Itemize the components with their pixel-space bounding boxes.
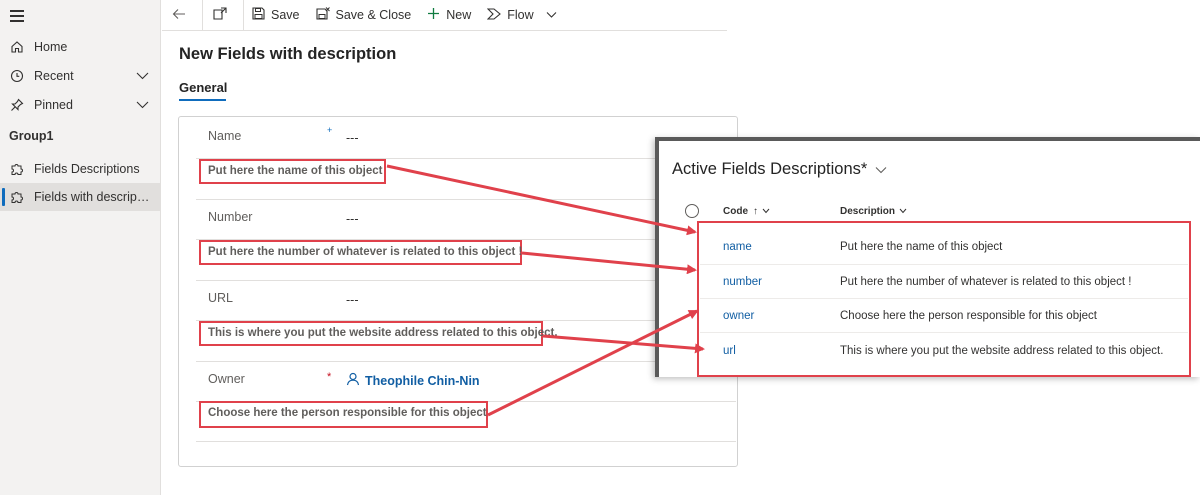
- save-close-icon: [315, 6, 336, 24]
- sidebar-group-label: Group1: [9, 129, 54, 143]
- owner-name[interactable]: Theophile Chin-Nin: [365, 374, 480, 388]
- save-button[interactable]: Save: [244, 0, 308, 31]
- sort-ascending-icon: ↑: [753, 206, 758, 217]
- open-in-new-window-button[interactable]: [203, 0, 243, 31]
- sidebar-item-home[interactable]: Home: [0, 33, 161, 61]
- pin-icon: [10, 98, 24, 112]
- popout-icon: [213, 7, 233, 23]
- sidebar-item-fields-descriptions[interactable]: Fields Descriptions: [0, 155, 161, 183]
- sidebar-item-pinned[interactable]: Pinned: [0, 91, 161, 119]
- table-row-description: Choose here the person responsible for t…: [840, 310, 1097, 322]
- field-label-owner: Owner: [208, 372, 245, 386]
- url-input[interactable]: ---: [346, 293, 359, 307]
- tab-selected-indicator: [179, 99, 226, 101]
- table-row-code-link[interactable]: number: [723, 276, 762, 288]
- sidebar-item-label: Home: [34, 40, 68, 54]
- table-row-code-link[interactable]: url: [723, 345, 736, 357]
- table-row-description: Put here the name of this object: [840, 241, 1003, 253]
- field-description-name: Put here the name of this object: [208, 165, 383, 177]
- chevron-down-icon[interactable]: [762, 206, 770, 217]
- column-header-code[interactable]: Code ↑: [723, 206, 770, 217]
- back-arrow-icon: [172, 8, 192, 23]
- page-title: New Fields with description: [179, 45, 397, 63]
- divider: [700, 264, 1188, 265]
- back-button[interactable]: [162, 0, 202, 31]
- view-title[interactable]: Active Fields Descriptions*: [672, 160, 887, 179]
- view-title-text: Active Fields Descriptions*: [672, 160, 868, 178]
- divider: [700, 298, 1188, 299]
- table-row-description: This is where you put the website addres…: [840, 345, 1164, 357]
- select-all-radio[interactable]: [685, 204, 699, 218]
- chevron-down-icon[interactable]: [899, 206, 907, 217]
- hamburger-menu-icon[interactable]: [10, 10, 24, 22]
- flow-icon: [486, 7, 507, 23]
- field-label-number: Number: [208, 210, 253, 224]
- chevron-down-icon[interactable]: [867, 160, 887, 179]
- save-label: Save: [271, 8, 300, 22]
- puzzle-icon: [10, 162, 24, 176]
- table-row-code-link[interactable]: name: [723, 241, 752, 253]
- puzzle-icon: [10, 190, 24, 204]
- field-label-name: Name: [208, 129, 242, 143]
- column-header-description[interactable]: Description: [840, 206, 907, 217]
- field-description-url: This is where you put the website addres…: [208, 327, 558, 339]
- sidebar-item-label: Fields with descriptio...: [34, 190, 152, 204]
- required-marker: *: [327, 371, 332, 383]
- tab-general[interactable]: General: [179, 80, 227, 95]
- table-row-code-link[interactable]: owner: [723, 310, 754, 322]
- owner-lookup[interactable]: Theophile Chin-Nin: [346, 372, 480, 389]
- sidebar-item-label: Recent: [34, 69, 74, 83]
- sidebar-item-recent[interactable]: Recent: [0, 62, 161, 90]
- table-row-description: Put here the number of whatever is relat…: [840, 276, 1132, 288]
- divider: [700, 332, 1188, 333]
- column-header-label: Description: [840, 206, 896, 217]
- command-bar: Save Save & Close New Flow: [162, 0, 727, 31]
- recommended-marker: +: [327, 125, 333, 135]
- flow-label: Flow: [507, 8, 534, 22]
- clock-icon: [10, 69, 24, 83]
- flow-button[interactable]: Flow: [479, 0, 570, 31]
- field-label-url: URL: [208, 291, 234, 305]
- field-description-number: Put here the number of whatever is relat…: [208, 246, 523, 258]
- home-icon: [10, 40, 24, 54]
- person-icon: [346, 372, 365, 389]
- save-icon: [252, 7, 271, 23]
- number-input[interactable]: ---: [346, 212, 359, 226]
- plus-icon: [427, 7, 446, 23]
- new-button[interactable]: New: [419, 0, 479, 31]
- column-header-label: Code: [723, 206, 748, 217]
- sidebar-item-fields-with-description[interactable]: Fields with descriptio...: [0, 183, 161, 211]
- sidebar: Home Recent Pinned Group1 Fields Descrip…: [0, 0, 161, 495]
- divider: [196, 441, 736, 442]
- sidebar-item-label: Fields Descriptions: [34, 162, 140, 176]
- new-label: New: [446, 8, 472, 22]
- chevron-down-icon[interactable]: [136, 99, 149, 113]
- save-and-close-button[interactable]: Save & Close: [308, 0, 420, 31]
- field-description-owner: Choose here the person responsible for t…: [208, 407, 487, 419]
- save-close-label: Save & Close: [335, 8, 412, 22]
- sidebar-item-label: Pinned: [34, 98, 73, 112]
- chevron-down-icon[interactable]: [136, 70, 149, 84]
- name-input[interactable]: ---: [346, 131, 359, 145]
- chevron-down-icon[interactable]: [546, 8, 563, 22]
